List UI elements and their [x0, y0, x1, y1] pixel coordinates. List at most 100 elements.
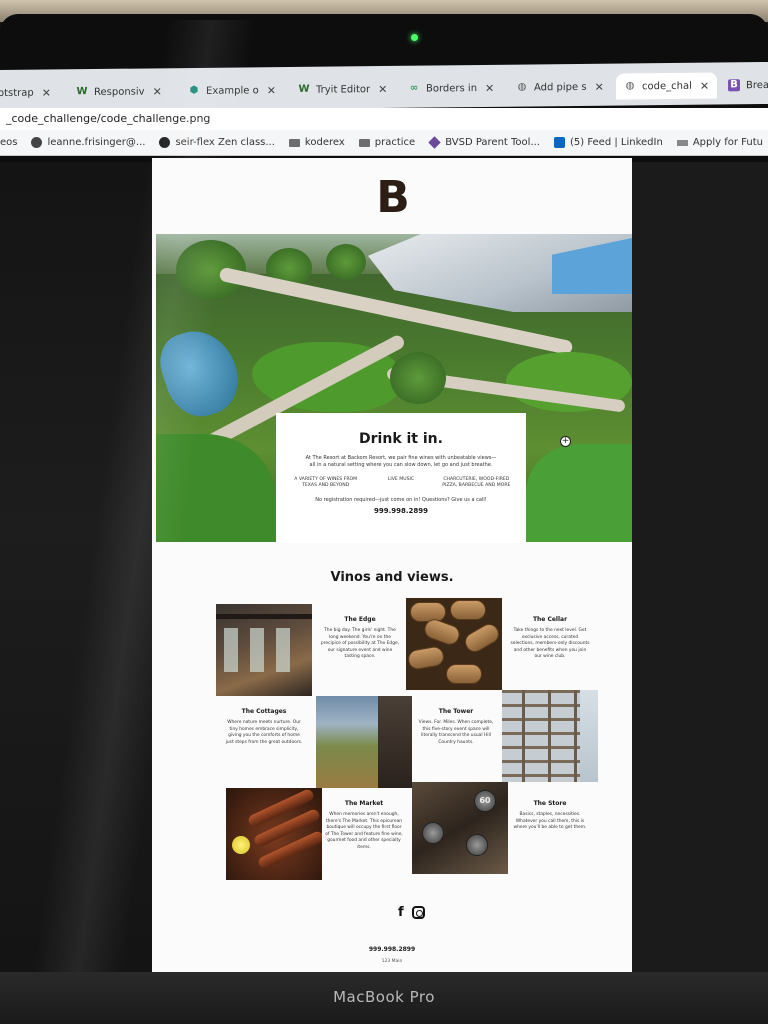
photo-detail — [446, 664, 482, 684]
venue-title: The Market — [344, 800, 384, 807]
tab-label: Brea — [746, 79, 768, 91]
tab-bootstrap[interactable]: otstrap ✕ — [0, 79, 51, 106]
browser-tab-strip: otstrap ✕ W Responsiv ✕ ⬢ Example o ✕ W … — [0, 61, 768, 113]
tab-label: Borders in — [426, 82, 478, 95]
bookmark-item[interactable]: leanne.frisinger@... — [31, 137, 145, 148]
tab-example[interactable]: ⬢ Example o ✕ — [188, 77, 276, 104]
hero-tree — [390, 352, 446, 404]
cottages-photo — [316, 696, 412, 788]
tab-close-icon[interactable]: ✕ — [42, 86, 51, 99]
feature-item: CHARCUTERIE, WOOD-FIRED PIZZA, BARBECUE … — [442, 477, 511, 488]
tab-tryit-editor[interactable]: W Tryit Editor ✕ — [298, 76, 387, 103]
venue-card-market[interactable]: The Market When memories aren't enough, … — [316, 788, 412, 880]
store-photo: 60 — [412, 782, 508, 874]
tab-close-icon[interactable]: ✕ — [700, 79, 709, 92]
cellar-photo — [406, 598, 502, 690]
bookmark-item[interactable]: BVSD Parent Tool... — [428, 136, 540, 149]
photo-detail — [410, 602, 446, 622]
address-bar[interactable]: _code_challenge/code_challenge.png — [0, 108, 768, 130]
tab-close-icon[interactable]: ✕ — [153, 85, 162, 98]
bookmark-label: BVSD Parent Tool... — [445, 137, 540, 148]
bookmark-item[interactable]: koderex — [288, 137, 345, 148]
page-content: B Drink it in. At The Resort at Backom R… — [152, 158, 632, 972]
venue-title: The Store — [533, 800, 567, 807]
venue-title: The Tower — [438, 708, 474, 715]
globe-icon: ◍ — [517, 81, 527, 93]
tab-borders[interactable]: ∞ Borders in ✕ — [408, 75, 494, 102]
venue-grid: The Edge The big day. The girls' night. … — [216, 598, 598, 884]
github-icon — [159, 137, 171, 148]
hero-pool — [156, 320, 248, 426]
site-logo[interactable]: B — [376, 176, 410, 220]
bootstrap-icon: B — [728, 79, 740, 92]
feature-item: A VARIETY OF WINES FROM TEXAS AND BEYOND — [294, 477, 358, 488]
venue-card-cottages[interactable]: The Cottages Where nature meets nurture.… — [216, 696, 312, 788]
bookmark-item[interactable]: practice — [358, 137, 416, 148]
tab-close-icon[interactable]: ✕ — [595, 80, 604, 93]
facebook-icon[interactable]: f — [398, 906, 404, 920]
tab-label: Example o — [206, 84, 259, 97]
text-icon — [676, 139, 688, 146]
tab-close-icon[interactable]: ✕ — [378, 82, 387, 95]
bookmark-label: (5) Feed | LinkedIn — [569, 137, 663, 148]
bookmark-item[interactable]: Apply for Futu — [676, 137, 763, 148]
w3schools-icon: W — [298, 83, 310, 95]
globe-icon — [31, 137, 43, 148]
wine-cap-label: 60 — [474, 790, 496, 812]
hero-putting-green — [526, 444, 632, 542]
bookmarks-bar: eos leanne.frisinger@... seir-flex Zen c… — [0, 130, 768, 156]
photo-detail — [378, 696, 412, 788]
venue-card-edge[interactable]: The Edge The big day. The girls' night. … — [312, 604, 408, 696]
tab-responsive[interactable]: W Responsiv ✕ — [76, 78, 162, 105]
photo-detail — [406, 645, 446, 671]
laptop-brand-label: MacBook Pro — [333, 988, 435, 1006]
footer-address: 123 Main — [381, 959, 403, 964]
photo-detail — [522, 690, 525, 782]
hero-tree — [326, 244, 366, 280]
tab-label: code_chal — [642, 80, 692, 92]
hero-features: A VARIETY OF WINES FROM TEXAS AND BEYOND… — [288, 477, 514, 489]
photo-detail — [216, 614, 312, 619]
photo-detail — [548, 690, 551, 782]
tab-label: Tryit Editor — [316, 83, 371, 96]
tab-add-pipe[interactable]: ◍ Add pipe s ✕ — [516, 74, 604, 101]
hero-title: Drink it in. — [359, 431, 443, 447]
bookmark-item[interactable]: (5) Feed | LinkedIn — [553, 137, 663, 148]
bookmark-label: koderex — [304, 137, 345, 148]
screen-background-right — [632, 162, 768, 972]
venue-card-cellar[interactable]: The Cellar Take things to the next level… — [502, 604, 598, 696]
photo-detail — [466, 834, 488, 856]
hero-lawn — [156, 434, 276, 542]
bookmark-item[interactable]: eos — [0, 137, 17, 148]
zoom-in-icon[interactable]: + — [560, 436, 571, 447]
tab-label: otstrap — [0, 87, 34, 99]
venue-text: The big day. The girls' night. The long … — [320, 628, 400, 660]
bookmark-label: practice — [374, 137, 416, 148]
bookmark-label: leanne.frisinger@... — [47, 137, 146, 148]
venue-card-store[interactable]: The Store Basics, staples, necessities. … — [502, 788, 598, 880]
footer-phone[interactable]: 999.998.2899 — [152, 946, 632, 953]
photo-detail — [422, 822, 444, 844]
feature-item: LIVE MUSIC — [387, 477, 415, 482]
photo-detail — [461, 620, 502, 656]
tab-label: Responsiv — [94, 86, 145, 98]
venue-text: Where nature meets nurture. Our tiny hom… — [225, 720, 303, 745]
dots-icon: ∞ — [409, 82, 419, 94]
tab-bootstrap-2[interactable]: B Brea — [728, 72, 768, 98]
instagram-icon[interactable] — [411, 906, 425, 919]
venue-title: The Edge — [344, 616, 376, 623]
venue-card-tower[interactable]: The Tower Views. For. Miles. When comple… — [408, 696, 504, 788]
bookmark-item[interactable]: seir-flex Zen class... — [159, 137, 275, 148]
tab-close-icon[interactable]: ✕ — [267, 84, 276, 97]
social-links: f — [398, 906, 425, 920]
globe-icon: ◍ — [625, 80, 635, 92]
tab-code-challenge[interactable]: ◍ code_chal ✕ — [616, 72, 718, 100]
folder-icon — [358, 138, 370, 147]
tower-photo — [502, 690, 598, 782]
hero-phone[interactable]: 999.998.2899 — [276, 507, 526, 515]
market-photo — [226, 788, 322, 880]
bookmark-label: Apply for Futu — [692, 137, 763, 148]
photo-detail — [421, 616, 463, 648]
venue-title: The Cellar — [532, 616, 568, 623]
tab-close-icon[interactable]: ✕ — [485, 81, 494, 94]
